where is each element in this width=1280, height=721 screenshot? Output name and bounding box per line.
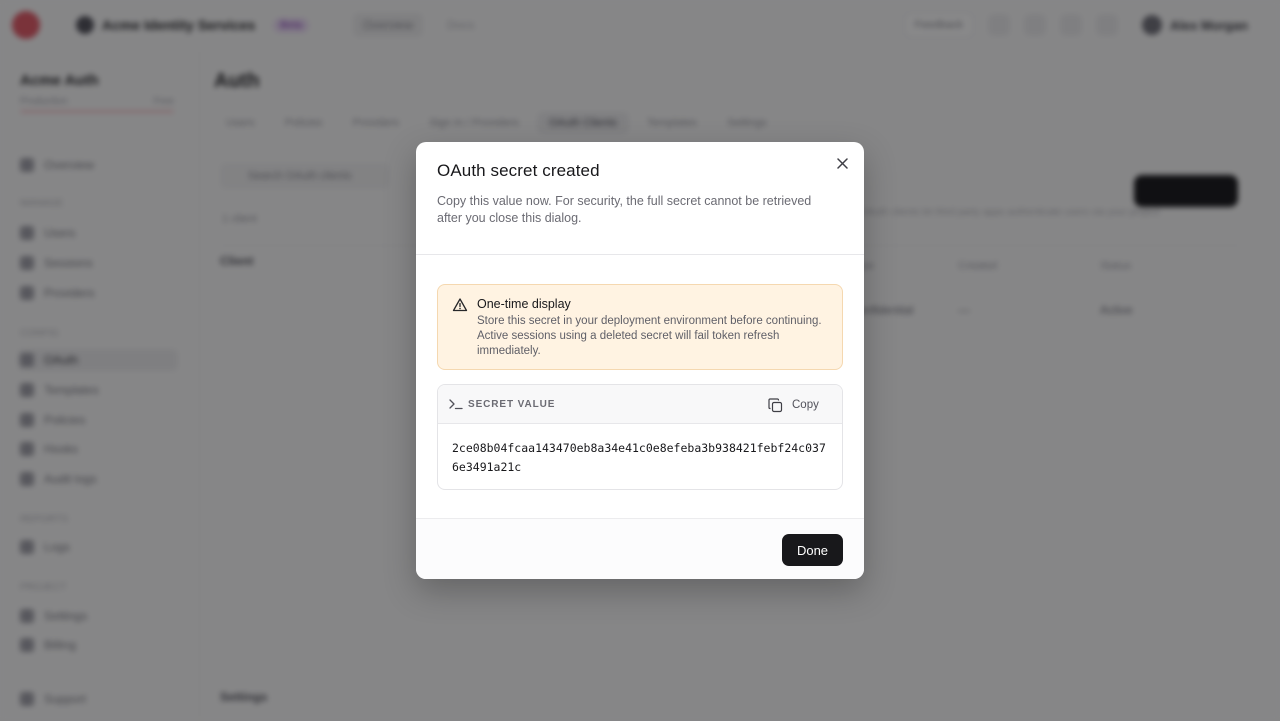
close-icon	[836, 157, 848, 169]
warning-callout: One-time display Store this secret in yo…	[437, 284, 843, 370]
terminal-icon	[449, 399, 463, 410]
warning-text: Store this secret in your deployment env…	[477, 315, 822, 357]
secret-label: SECRET VALUE	[468, 399, 556, 410]
oauth-secret-dialog: OAuth secret created Copy this value now…	[416, 142, 864, 579]
copy-button[interactable]: Copy	[768, 395, 819, 415]
dialog-description: Copy this value now. For security, the f…	[437, 194, 812, 225]
copy-label: Copy	[792, 399, 819, 411]
done-button[interactable]: Done	[782, 534, 843, 566]
warning-title: One-time display	[477, 297, 571, 311]
dialog-title: OAuth secret created	[437, 161, 600, 180]
copy-icon	[768, 397, 783, 412]
dialog-header: OAuth secret created Copy this value now…	[416, 142, 864, 255]
warning-triangle-icon	[452, 298, 468, 312]
secret-box: SECRET VALUE Copy 2ce08b04fcaa143470eb8a…	[437, 384, 843, 490]
dialog-footer: Done	[416, 518, 864, 579]
secret-box-header: SECRET VALUE Copy	[438, 385, 842, 424]
secret-value[interactable]: 2ce08b04fcaa143470eb8a34e41c0e8efeba3b93…	[452, 439, 832, 477]
close-button[interactable]	[832, 153, 852, 173]
